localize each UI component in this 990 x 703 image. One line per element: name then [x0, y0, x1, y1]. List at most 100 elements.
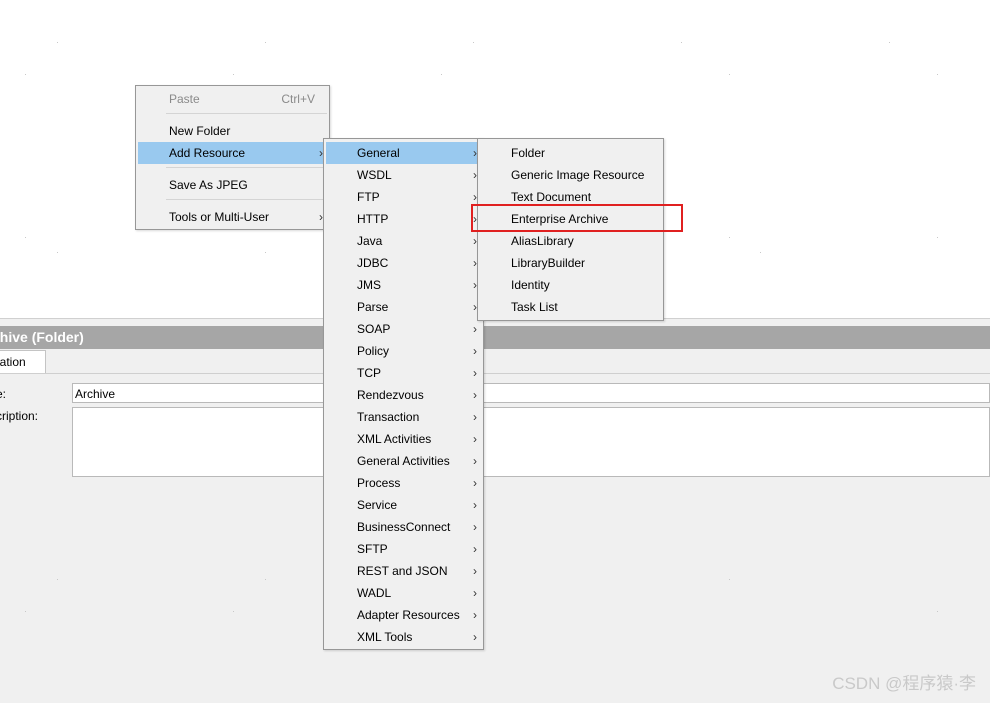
menu-item-label: HTTP: [357, 212, 389, 226]
submenu-arrow-icon: ›: [473, 366, 477, 380]
grid-dot: [25, 74, 26, 75]
menu-item-save-as-jpeg[interactable]: Save As JPEG: [138, 174, 327, 196]
grid-dot: [729, 74, 730, 75]
menu-item-process[interactable]: Process ›: [326, 472, 481, 494]
menu-item-label: Rendezvous: [357, 388, 424, 402]
submenu-arrow-icon: ›: [473, 454, 477, 468]
highlight-annotation: [471, 204, 683, 232]
panel-tabbar: uration: [0, 349, 990, 374]
menu-item-generic-image-resource[interactable]: Generic Image Resource: [480, 164, 661, 186]
menu-item-soap[interactable]: SOAP ›: [326, 318, 481, 340]
panel-title: chive (Folder): [0, 326, 990, 349]
menu-item-label: SOAP: [357, 322, 391, 336]
submenu-arrow-icon: ›: [473, 586, 477, 600]
menu-item-ftp[interactable]: FTP ›: [326, 186, 481, 208]
resource-category-menu: General › WSDL › FTP › HTTP › Java › JDBC › JMS › Pars…: [323, 138, 484, 650]
menu-item-transaction[interactable]: Transaction ›: [326, 406, 481, 428]
menu-item-paste[interactable]: Paste Ctrl+V: [138, 88, 327, 110]
menu-item-tools-multi-user[interactable]: Tools or Multi-User ›: [138, 206, 327, 228]
menu-item-label: JMS: [357, 278, 381, 292]
menu-item-label: Service: [357, 498, 398, 512]
menu-item-folder[interactable]: Folder: [480, 142, 661, 164]
menu-item-service[interactable]: Service ›: [326, 494, 481, 516]
menu-item-identity[interactable]: Identity: [480, 274, 661, 296]
grid-dot: [937, 74, 938, 75]
menu-item-jms[interactable]: JMS ›: [326, 274, 481, 296]
properties-panel: chive (Folder) uration e: Archive cripti…: [0, 318, 990, 703]
submenu-arrow-icon: ›: [473, 476, 477, 490]
menu-item-task-list[interactable]: Task List: [480, 296, 661, 318]
menu-separator: [166, 199, 327, 200]
menu-item-label: FTP: [357, 190, 380, 204]
menu-item-label: LibraryBuilder: [511, 256, 586, 270]
grid-dot: [265, 42, 266, 43]
menu-item-label: Transaction: [357, 410, 420, 424]
menu-item-label: Policy: [357, 344, 390, 358]
menu-item-label: Task List: [511, 300, 558, 314]
menu-item-aliaslibrary[interactable]: AliasLibrary: [480, 230, 661, 252]
menu-item-label: Generic Image Resource: [511, 168, 645, 182]
menu-item-label: BusinessConnect: [357, 520, 451, 534]
grid-dot: [889, 42, 890, 43]
menu-item-label: Folder: [511, 146, 546, 160]
grid-dot: [473, 42, 474, 43]
grid-dot: [233, 74, 234, 75]
menu-item-label: Process: [357, 476, 401, 490]
menu-separator: [166, 113, 327, 114]
watermark: CSDN @程序猿·李: [832, 674, 976, 693]
menu-item-adapter-resources[interactable]: Adapter Resources ›: [326, 604, 481, 626]
submenu-arrow-icon: ›: [473, 564, 477, 578]
submenu-arrow-icon: ›: [473, 432, 477, 446]
menu-item-sftp[interactable]: SFTP ›: [326, 538, 481, 560]
grid-dot: [681, 42, 682, 43]
grid-dot: [57, 252, 58, 253]
menu-item-label: SFTP: [357, 542, 388, 556]
menu-item-new-folder[interactable]: New Folder: [138, 120, 327, 142]
menu-item-wadl[interactable]: WADL ›: [326, 582, 481, 604]
grid-dot: [729, 237, 730, 238]
menu-item-label: WADL: [357, 586, 392, 600]
menu-item-label: AliasLibrary: [511, 234, 574, 248]
menu-item-label: General Activities: [357, 454, 450, 468]
submenu-arrow-icon: ›: [473, 608, 477, 622]
menu-item-librarybuilder[interactable]: LibraryBuilder: [480, 252, 661, 274]
menu-item-tcp[interactable]: TCP ›: [326, 362, 481, 384]
name-label: e:: [0, 387, 7, 401]
description-field[interactable]: [72, 407, 990, 477]
menu-item-label: TCP: [357, 366, 381, 380]
submenu-arrow-icon: ›: [473, 322, 477, 336]
menu-item-rest-and-json[interactable]: REST and JSON ›: [326, 560, 481, 582]
name-field[interactable]: Archive: [72, 383, 990, 403]
menu-separator: [166, 167, 327, 168]
grid-dot: [25, 611, 26, 612]
tab-configuration[interactable]: uration: [0, 350, 46, 373]
menu-item-jdbc[interactable]: JDBC ›: [326, 252, 481, 274]
menu-item-add-resource[interactable]: Add Resource ›: [138, 142, 327, 164]
menu-item-xml-tools[interactable]: XML Tools ›: [326, 626, 481, 648]
submenu-arrow-icon: ›: [473, 520, 477, 534]
menu-item-java[interactable]: Java ›: [326, 230, 481, 252]
menu-item-xml-activities[interactable]: XML Activities ›: [326, 428, 481, 450]
menu-item-businessconnect[interactable]: BusinessConnect ›: [326, 516, 481, 538]
menu-item-label: JDBC: [357, 256, 389, 270]
grid-dot: [25, 237, 26, 238]
grid-dot: [760, 252, 761, 253]
menu-item-general-activities[interactable]: General Activities ›: [326, 450, 481, 472]
menu-item-label: WSDL: [357, 168, 392, 182]
menu-item-rendezvous[interactable]: Rendezvous ›: [326, 384, 481, 406]
menu-item-http[interactable]: HTTP ›: [326, 208, 481, 230]
menu-item-parse[interactable]: Parse ›: [326, 296, 481, 318]
menu-item-label: Java: [357, 234, 383, 248]
menu-item-general[interactable]: General ›: [326, 142, 481, 164]
menu-item-label: General: [357, 146, 400, 160]
grid-dot: [937, 611, 938, 612]
menu-item-label: Adapter Resources: [357, 608, 460, 622]
menu-item-label: XML Tools: [357, 630, 413, 644]
submenu-arrow-icon: ›: [473, 630, 477, 644]
grid-dot: [441, 74, 442, 75]
menu-item-wsdl[interactable]: WSDL ›: [326, 164, 481, 186]
menu-item-policy[interactable]: Policy ›: [326, 340, 481, 362]
submenu-arrow-icon: ›: [473, 542, 477, 556]
menu-item-label: REST and JSON: [357, 564, 448, 578]
grid-dot: [265, 252, 266, 253]
